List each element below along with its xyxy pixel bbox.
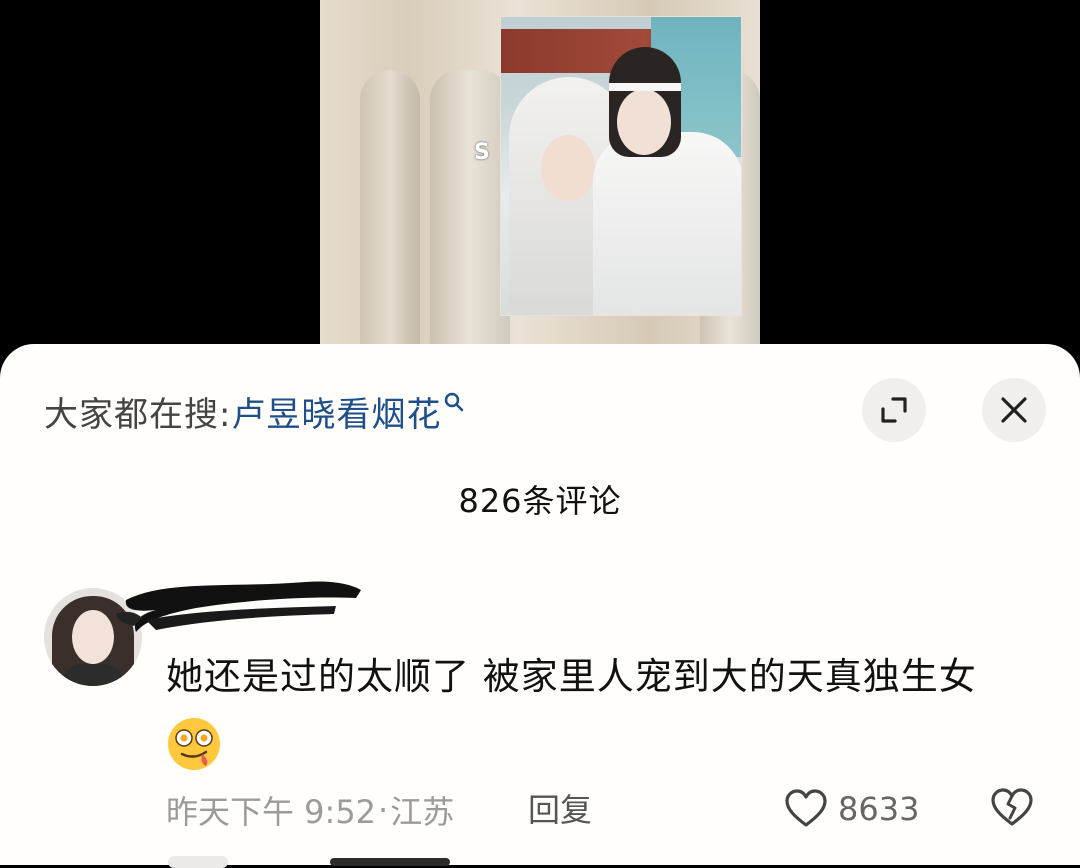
- like-button[interactable]: 8633: [784, 784, 919, 834]
- figure-face: [541, 135, 595, 201]
- cloth-fold: [360, 70, 420, 360]
- avatar-shirt: [62, 664, 124, 686]
- broken-heart-icon[interactable]: [990, 788, 1034, 828]
- expand-button[interactable]: [862, 378, 926, 442]
- comment-sheet: 大家都在搜: 卢昱晓看烟花 826条评论 她还是过的太顺了 被家里人宠到大的天真…: [0, 344, 1080, 868]
- close-icon: [1001, 397, 1027, 423]
- comment-location: 江苏: [390, 793, 455, 831]
- comment-count: 826条评论: [458, 482, 622, 520]
- expand-icon: [881, 397, 907, 423]
- heart-icon: [785, 789, 827, 827]
- comment-time: 昨天下午 9:52: [166, 793, 377, 831]
- video-player[interactable]: S: [0, 0, 1080, 360]
- username-redaction: [116, 581, 361, 632]
- trending-search-bar[interactable]: 大家都在搜: 卢昱晓看烟花: [44, 387, 465, 436]
- robed-figure: [593, 132, 741, 315]
- comment-text: 她还是过的太顺了 被家里人宠到大的天真独生女: [166, 655, 977, 698]
- headband: [609, 83, 681, 91]
- video-watermark: S: [474, 140, 490, 165]
- trending-search-term[interactable]: 卢昱晓看烟花: [231, 387, 441, 436]
- reply-button[interactable]: 回复: [528, 788, 592, 832]
- comment-meta: 昨天下午 9:52 · 江苏: [166, 788, 454, 832]
- search-icon[interactable]: [443, 382, 465, 422]
- video-inset-photo: [500, 16, 742, 316]
- drooling-face-emoji: [168, 718, 220, 770]
- like-count: 8633: [838, 790, 920, 828]
- close-button[interactable]: [982, 378, 1046, 442]
- cloth-fold: [430, 70, 510, 360]
- figure-face: [617, 89, 671, 155]
- meta-separator: ·: [378, 791, 389, 829]
- next-comment-avatar: [168, 856, 228, 868]
- trending-search-prefix: 大家都在搜:: [44, 394, 232, 435]
